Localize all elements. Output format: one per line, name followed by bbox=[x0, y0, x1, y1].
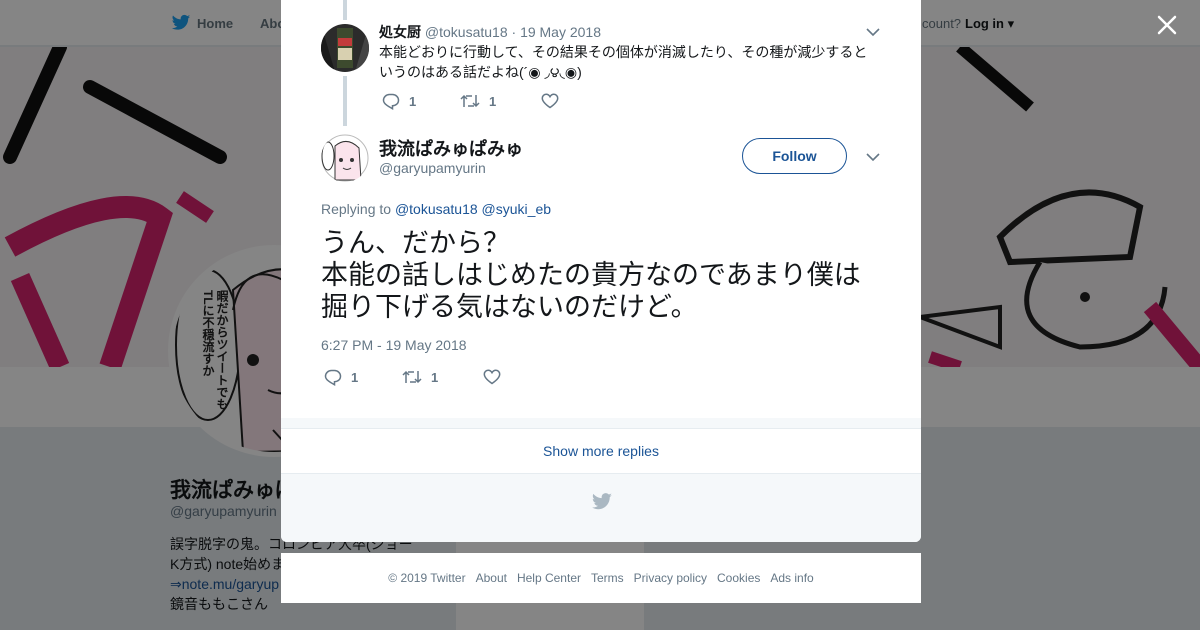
reply-action[interactable]: 1 bbox=[382, 93, 416, 110]
tweet-date[interactable]: 19 May 2018 bbox=[520, 24, 601, 40]
twitter-bird-icon bbox=[592, 493, 612, 510]
footer-link-terms[interactable]: Terms bbox=[591, 571, 624, 585]
tweet-avatar[interactable] bbox=[321, 24, 369, 72]
like-action[interactable] bbox=[483, 369, 501, 385]
modal-footer bbox=[281, 474, 921, 542]
section-divider bbox=[281, 418, 921, 428]
heart-icon bbox=[483, 369, 501, 385]
footer-link-help-center[interactable]: Help Center bbox=[517, 571, 581, 585]
retweet-count: 1 bbox=[489, 93, 497, 109]
tweet-actions: 1 1 bbox=[324, 369, 524, 389]
reply-icon bbox=[324, 369, 342, 386]
main-tweet: 我流ぱみゅぱみゅ @garyupamyurin Follow Replying … bbox=[281, 125, 921, 420]
tweet-header: 処女厨 @tokusatu18 · 19 May 2018 bbox=[379, 22, 601, 42]
chevron-down-icon[interactable] bbox=[866, 152, 880, 162]
header-separator: · bbox=[511, 24, 517, 40]
tweet-timestamp[interactable]: 6:27 PM - 19 May 2018 bbox=[321, 337, 467, 353]
show-more-replies-button[interactable]: Show more replies bbox=[281, 428, 921, 474]
footer-link-ads-info[interactable]: Ads info bbox=[770, 571, 813, 585]
chevron-down-icon[interactable] bbox=[866, 27, 880, 37]
page-footer: © 2019 Twitter About Help Center Terms P… bbox=[281, 553, 921, 603]
reply-action[interactable]: 1 bbox=[324, 369, 358, 386]
tweet-permalink-modal: 処女厨 @tokusatu18 · 19 May 2018 本能どおりに行動して… bbox=[281, 0, 921, 542]
tweet-text-line: 本能の話しはじめたの貴方なのであまり僕は bbox=[321, 260, 861, 290]
tweet-text: うん、だから？ 本能の話しはじめたの貴方なのであまり僕は 掘り下げる気はないのだ… bbox=[321, 227, 901, 323]
tweet-text-line: 掘り下げる気はないのだけど。 bbox=[321, 292, 698, 322]
tweet-text: 本能どおりに行動して、その結果その個体が消滅したり、その種が減少するというのはあ… bbox=[379, 44, 868, 80]
retweet-count: 1 bbox=[431, 369, 439, 385]
footer-link-about[interactable]: About bbox=[476, 571, 507, 585]
tweet-author-handle[interactable]: @tokusatu18 bbox=[425, 24, 508, 40]
reply-icon bbox=[382, 93, 400, 110]
tweet-author-name[interactable]: 処女厨 bbox=[379, 24, 421, 40]
follow-button[interactable]: Follow bbox=[742, 138, 847, 174]
retweet-action[interactable]: 1 bbox=[402, 369, 438, 385]
reply-count: 1 bbox=[351, 370, 359, 385]
heart-icon bbox=[541, 93, 559, 109]
replying-to: Replying to @tokusatu18 @syuki_eb bbox=[321, 201, 551, 217]
tweet-text-line: うん、だから？ bbox=[321, 228, 510, 258]
close-icon[interactable] bbox=[1152, 10, 1182, 40]
parent-tweet[interactable]: 処女厨 @tokusatu18 · 19 May 2018 本能どおりに行動して… bbox=[281, 0, 921, 125]
tweet-author-name[interactable]: 我流ぱみゅぱみゅ bbox=[379, 135, 523, 161]
replying-to-user-link[interactable]: @syuki_eb bbox=[482, 201, 551, 217]
retweet-icon bbox=[460, 94, 480, 108]
footer-link-privacy-policy[interactable]: Privacy policy bbox=[634, 571, 707, 585]
retweet-icon bbox=[402, 370, 422, 384]
reply-count: 1 bbox=[409, 94, 417, 109]
like-action[interactable] bbox=[541, 93, 559, 109]
tweet-author-handle[interactable]: @garyupamyurin bbox=[379, 160, 486, 176]
replying-to-label: Replying to bbox=[321, 201, 392, 217]
footer-link-cookies[interactable]: Cookies bbox=[717, 571, 760, 585]
replying-to-user-link[interactable]: @tokusatu18 bbox=[395, 201, 478, 217]
retweet-action[interactable]: 1 bbox=[460, 93, 496, 109]
footer-copyright: © 2019 Twitter bbox=[388, 571, 466, 585]
tweet-actions: 1 1 bbox=[382, 93, 582, 113]
tweet-avatar[interactable] bbox=[321, 134, 369, 182]
